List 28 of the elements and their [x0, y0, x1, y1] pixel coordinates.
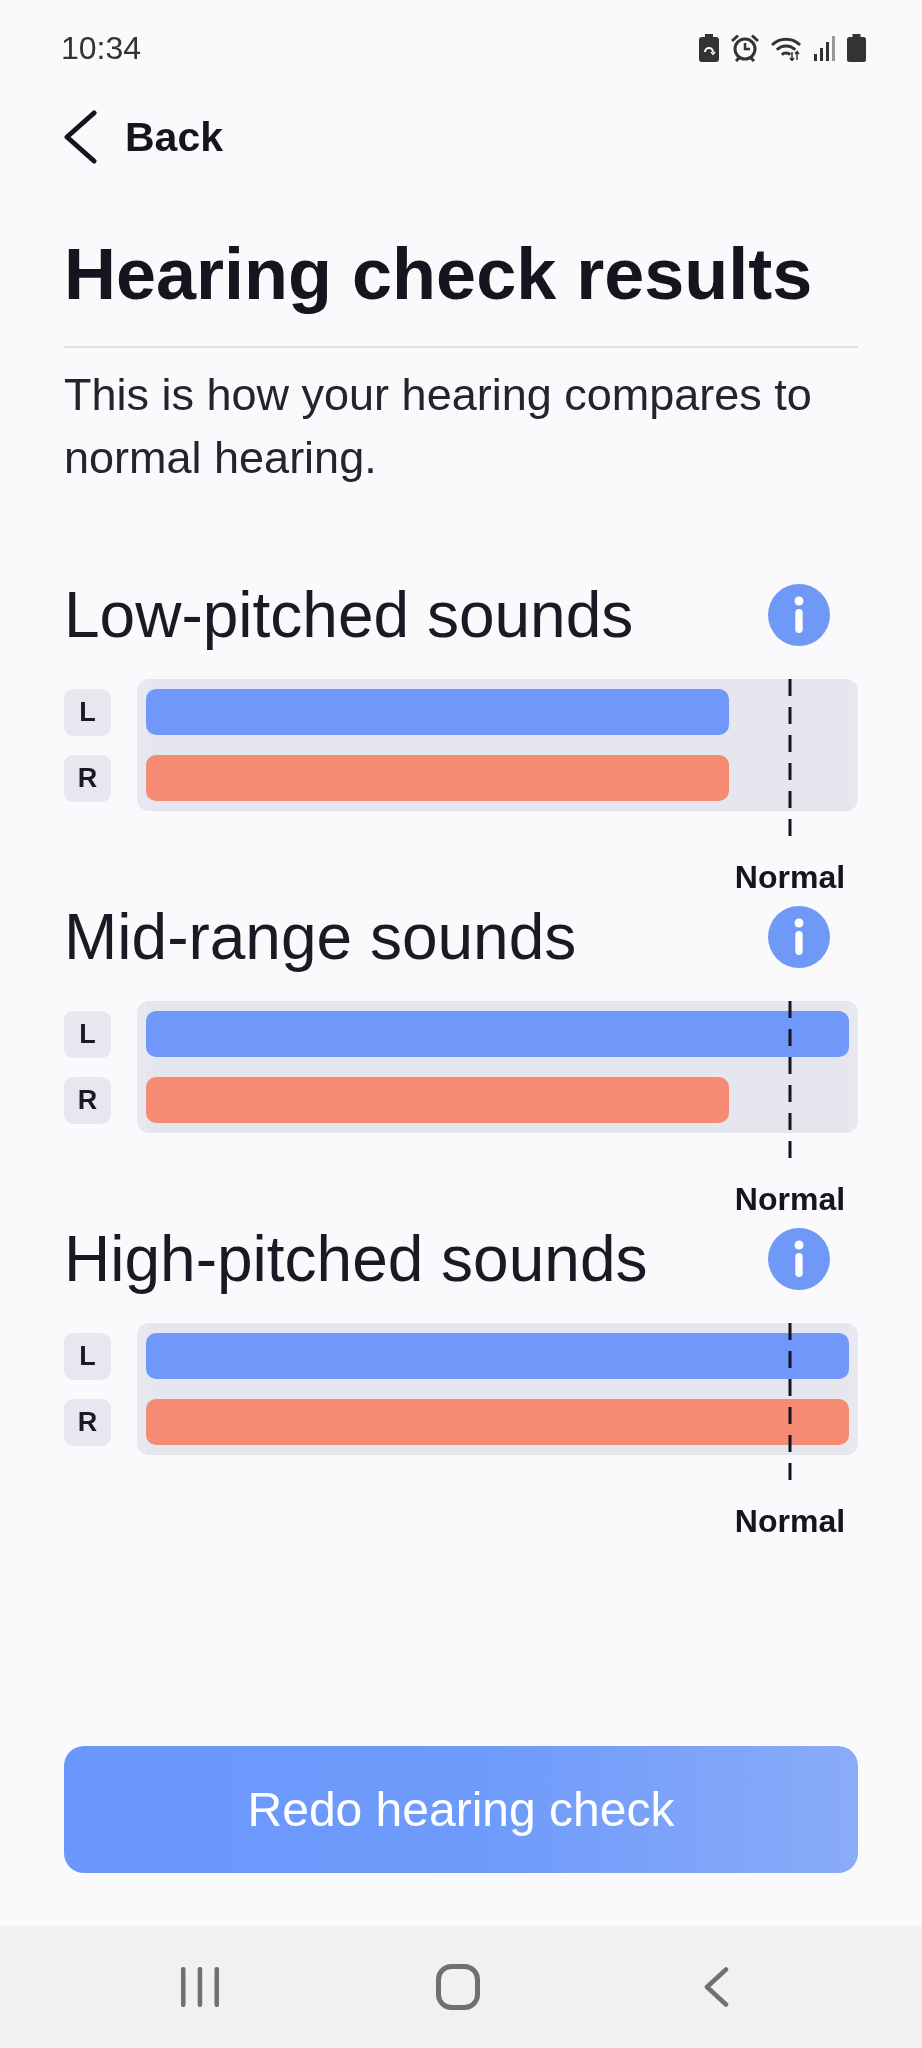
ear-badge: L	[64, 689, 111, 736]
ear-badge: L	[64, 1333, 111, 1380]
battery-icon	[847, 34, 866, 62]
battery-saver-icon	[699, 34, 719, 62]
section-heading: Low-pitched sounds	[64, 580, 634, 650]
alarm-clock-icon	[730, 34, 760, 62]
ear-badge: R	[64, 755, 111, 802]
wifi-icon	[771, 35, 803, 61]
home-icon[interactable]	[436, 1964, 480, 2010]
info-icon[interactable]	[768, 584, 830, 646]
ear-badge: R	[64, 1077, 111, 1124]
back-icon[interactable]	[703, 1967, 729, 2007]
info-icon[interactable]	[768, 1228, 830, 1290]
section-heading: Mid-range sounds	[64, 902, 577, 972]
normal-label: Normal	[734, 1181, 846, 1217]
recent-apps-icon[interactable]	[181, 1967, 219, 2007]
page-title: Hearing check results	[64, 233, 814, 316]
signal-icon	[814, 35, 836, 61]
section-heading: High-pitched sounds	[64, 1224, 648, 1294]
normal-label: Normal	[734, 859, 846, 895]
description-text: This is how your hearing compares to normal hearing.	[64, 368, 813, 485]
chevron-left-icon	[63, 110, 98, 164]
status-time: 10:34	[61, 29, 142, 67]
ear-badge: R	[64, 1399, 111, 1446]
normal-label: Normal	[734, 1503, 846, 1539]
back-button[interactable]: Back	[63, 110, 223, 164]
info-icon[interactable]	[768, 906, 830, 968]
ear-badge: L	[64, 1011, 111, 1058]
